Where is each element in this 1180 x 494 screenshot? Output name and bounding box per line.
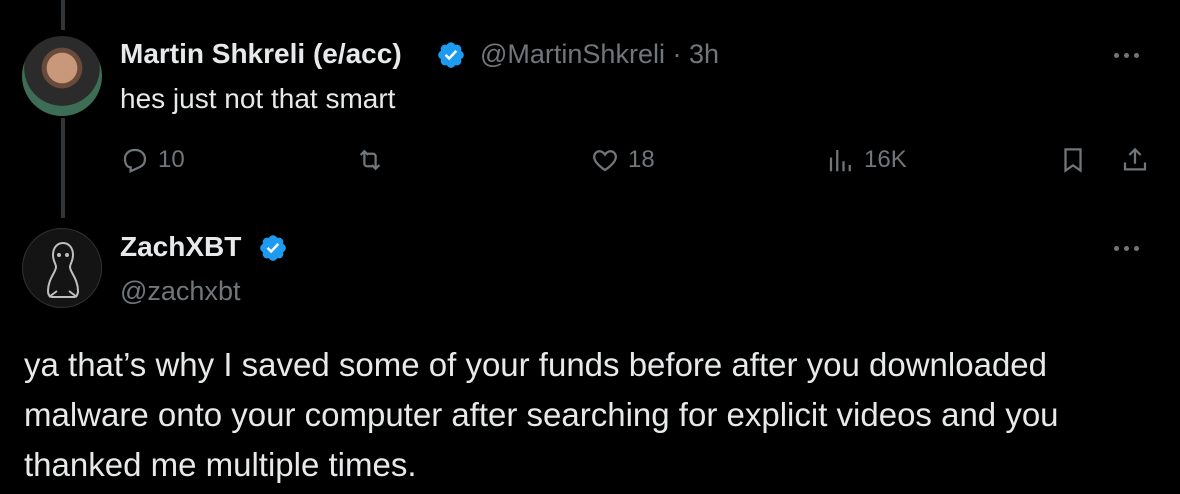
reply-display-name[interactable]: ZachXBT: [120, 231, 241, 263]
thread-connector: [61, 118, 65, 218]
retweet-icon: [359, 149, 381, 171]
reply-text-line: malware onto your computer after searchi…: [24, 396, 1059, 433]
reply-text-line: thanked me multiple times.: [24, 446, 417, 483]
bookmark-icon: [1064, 148, 1082, 173]
views-button[interactable]: 16K: [826, 145, 907, 175]
parent-tweet-text: hes just not that smart: [120, 83, 396, 114]
parent-display-name[interactable]: Martin Shkreli (e/acc): [120, 38, 402, 70]
reply-icon: [123, 148, 147, 174]
share-button[interactable]: [1120, 145, 1150, 175]
reply-button[interactable]: 10: [120, 145, 185, 175]
detective-avatar-icon: [46, 241, 80, 298]
verified-badge-icon: [438, 42, 464, 68]
bookmark-button[interactable]: [1058, 145, 1088, 175]
verified-badge-icon: [260, 235, 286, 261]
views-count: 16K: [864, 146, 907, 173]
reply-tweet-text: ya that’s why I saved some of your funds…: [24, 340, 1144, 490]
like-button[interactable]: 18: [590, 145, 655, 175]
more-icon[interactable]: [1114, 243, 1150, 253]
more-icon[interactable]: [1114, 50, 1150, 60]
share-icon: [1123, 147, 1147, 171]
retweet-button[interactable]: [355, 145, 385, 175]
thread-connector-top: [61, 0, 65, 30]
like-icon: [593, 150, 617, 172]
parent-handle-time[interactable]: @MartinShkreli · 3h: [480, 39, 719, 70]
avatar-zachxbt[interactable]: [22, 228, 102, 308]
avatar-martin[interactable]: [22, 36, 102, 116]
reply-handle[interactable]: @zachxbt: [120, 276, 240, 307]
views-icon: [829, 150, 851, 172]
reply-count: 10: [158, 146, 185, 173]
like-count: 18: [628, 146, 655, 173]
reply-text-line: ya that’s why I saved some of your funds…: [24, 346, 1047, 383]
